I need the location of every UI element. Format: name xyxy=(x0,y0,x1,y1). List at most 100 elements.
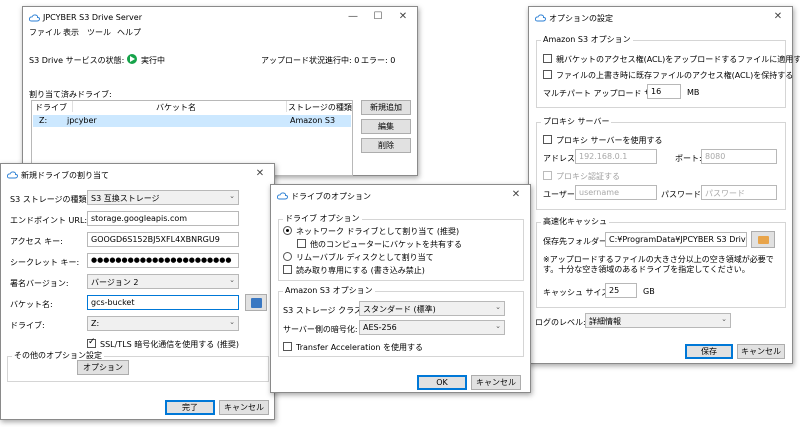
main-titlebar: JPCYBER S3 Drive Server — ☐ ✕ xyxy=(23,7,417,29)
drive-value: Z: xyxy=(91,319,100,328)
menu-view[interactable]: 表示 xyxy=(63,27,79,38)
maximize-icon[interactable]: ☐ xyxy=(372,11,384,22)
storage-class-select[interactable]: スタンダード (標準) ⌄ xyxy=(359,301,505,316)
col-bucket[interactable]: バケット名 xyxy=(156,102,196,113)
cache-size-input[interactable]: 25 xyxy=(605,283,637,298)
read-only-label: 読み取り専用にする (書き込み禁止) xyxy=(296,266,425,275)
cache-folder-input[interactable]: C:¥ProgramData¥JPCYBER S3 Drive xyxy=(605,232,747,247)
drive-select[interactable]: Z: ⌄ xyxy=(87,316,239,331)
access-key-input[interactable]: GOOGD6S152BJ5XFL4XBNRGU9 xyxy=(87,232,239,247)
storage-type-label: S3 ストレージの種類: xyxy=(10,195,90,204)
share-bucket-label: 他のコンピューターにバケットを共有する xyxy=(310,240,462,249)
log-level-label: ログのレベル: xyxy=(535,318,586,327)
upload-progress: 進行中: 0 xyxy=(325,56,360,65)
drive-options-cancel-button[interactable]: キャンセル xyxy=(471,375,521,390)
cloud-icon xyxy=(277,192,288,200)
cloud-icon xyxy=(535,14,546,22)
proxy-auth-checkbox[interactable] xyxy=(543,171,552,180)
use-proxy-label: プロキシ サーバーを使用する xyxy=(556,136,663,145)
settings-window: オプションの設定 ✕ Amazon S3 オプション 親バケットのアクセス権(A… xyxy=(528,6,800,364)
save-disk-icon xyxy=(251,298,262,308)
drive-option-title: ドライブ オプション xyxy=(283,213,362,224)
col-drive[interactable]: ドライブ xyxy=(35,102,67,113)
proxy-address-input[interactable]: 192.168.0.1 xyxy=(575,149,657,164)
drives-label: 割り当て済みドライブ: xyxy=(29,90,112,99)
col-storage[interactable]: ストレージの種類 xyxy=(288,102,352,113)
acl-keep-label: ファイルの上書き時に既存ファイルのアクセス権(ACL)を保持する xyxy=(556,71,794,80)
acl-keep-checkbox[interactable] xyxy=(543,70,552,79)
add-drive-button[interactable]: 新規追加 xyxy=(361,100,411,115)
network-drive-radio[interactable] xyxy=(283,226,292,235)
edit-drive-button[interactable]: 編集 xyxy=(361,119,411,134)
removable-radio[interactable] xyxy=(283,252,292,261)
sig-version-select[interactable]: バージョン 2 ⌄ xyxy=(87,274,239,289)
multipart-input[interactable]: 16 xyxy=(647,84,681,99)
transfer-accel-label: Transfer Acceleration を使用する xyxy=(296,343,423,352)
storage-type-value: S3 互換ストレージ xyxy=(91,194,160,203)
secret-key-input[interactable]: ●●●●●●●●●●●●●●●●●●●●●●● xyxy=(87,253,239,268)
cloud-icon xyxy=(7,171,18,179)
storage-class-value: スタンダード (標準) xyxy=(363,305,436,314)
encryption-value: AES-256 xyxy=(363,323,397,332)
transfer-accel-checkbox[interactable] xyxy=(283,342,292,351)
chevron-down-icon: ⌄ xyxy=(229,276,235,284)
table-row[interactable]: Z: jpcyber Amazon S3 xyxy=(33,115,351,127)
s3-group-title: Amazon S3 オプション xyxy=(283,285,375,296)
ssl-checkbox[interactable] xyxy=(87,337,96,348)
close-icon[interactable]: ✕ xyxy=(254,168,266,179)
acl-apply-checkbox[interactable] xyxy=(543,54,552,63)
encryption-select[interactable]: AES-256 ⌄ xyxy=(359,320,505,335)
settings-cancel-button[interactable]: キャンセル xyxy=(737,344,785,359)
ssl-label: SSL/TLS 暗号化通信を使用する (推奨) xyxy=(100,340,240,349)
proxy-user-input[interactable]: username xyxy=(575,185,657,200)
service-status-label: S3 Drive サービスの状態: xyxy=(29,56,125,65)
new-drive-titlebar: 新規ドライブの割り当て ✕ xyxy=(1,164,274,186)
drive-options-title: ドライブのオプション xyxy=(291,192,371,201)
new-drive-cancel-button[interactable]: キャンセル xyxy=(219,400,269,415)
menu-file[interactable]: ファイル xyxy=(29,27,61,38)
endpoint-input[interactable]: storage.googleapis.com xyxy=(87,211,239,226)
multipart-unit: MB xyxy=(687,88,700,97)
acl-apply-label: 親バケットのアクセス権(ACL)をアップロードするファイルに適用する xyxy=(556,55,800,64)
menu-tools[interactable]: ツール xyxy=(87,27,111,38)
endpoint-label: エンドポイント URL: xyxy=(10,216,88,225)
log-level-select[interactable]: 詳細情報 ⌄ xyxy=(585,313,731,328)
password-label: パスワード: xyxy=(661,190,704,199)
col-divider xyxy=(72,101,73,112)
browse-folder-button[interactable] xyxy=(751,231,775,248)
bucket-input[interactable]: gcs-bucket xyxy=(87,295,239,310)
bucket-browse-button[interactable] xyxy=(245,294,267,311)
proxy-password-input[interactable]: パスワード xyxy=(701,185,777,200)
main-title: JPCYBER S3 Drive Server xyxy=(43,13,142,22)
new-drive-title: 新規ドライブの割り当て xyxy=(21,171,109,180)
user-label: ユーザー: xyxy=(543,190,578,199)
close-icon[interactable]: ✕ xyxy=(397,11,409,22)
delete-drive-button[interactable]: 削除 xyxy=(361,138,411,153)
cloud-icon xyxy=(29,14,40,22)
row-drive: Z: xyxy=(39,116,48,125)
storage-class-label: S3 ストレージ クラス: xyxy=(283,306,365,315)
close-icon[interactable]: ✕ xyxy=(510,189,522,200)
drive-options-window: ドライブのオプション ✕ ドライブ オプション ネットワーク ドライブとして割り… xyxy=(270,184,531,393)
sig-version-label: 署名バージョン: xyxy=(10,279,69,288)
storage-type-select[interactable]: S3 互換ストレージ ⌄ xyxy=(87,190,239,205)
ok-button[interactable]: OK xyxy=(417,375,467,390)
use-proxy-checkbox[interactable] xyxy=(543,135,552,144)
proxy-port-input[interactable]: 8080 xyxy=(701,149,777,164)
cache-group-title: 高速化キャッシュ xyxy=(541,216,609,227)
log-level-value: 詳細情報 xyxy=(589,317,621,326)
menu-help[interactable]: ヘルプ xyxy=(117,27,141,38)
chevron-down-icon: ⌄ xyxy=(229,318,235,326)
chevron-down-icon: ⌄ xyxy=(495,303,501,311)
folder-icon xyxy=(758,236,769,244)
cache-folder-label: 保存先フォルダー: xyxy=(543,237,610,246)
read-only-checkbox[interactable] xyxy=(283,265,292,274)
done-button[interactable]: 完了 xyxy=(165,400,215,415)
minimize-icon[interactable]: — xyxy=(347,11,359,22)
option-button[interactable]: オプション xyxy=(77,360,129,375)
share-bucket-checkbox[interactable] xyxy=(297,239,306,248)
save-button[interactable]: 保存 xyxy=(685,344,733,359)
secret-key-label: シークレット キー: xyxy=(10,258,80,267)
close-icon[interactable]: ✕ xyxy=(772,11,784,22)
cache-note: ※アップロードするファイルの大きさ分以上の空き領域が必要です。十分な空き領域のあ… xyxy=(543,255,774,274)
